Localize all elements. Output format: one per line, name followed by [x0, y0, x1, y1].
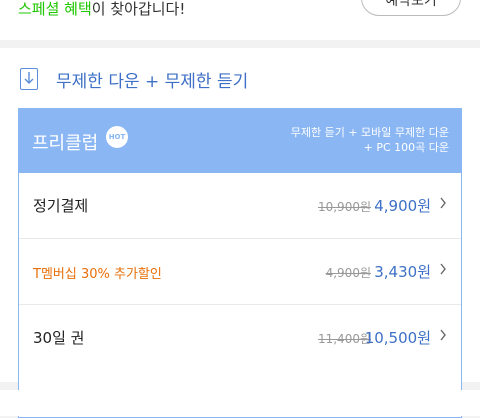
option-label: T멤버십 30% 추가할인	[33, 267, 162, 282]
chevron-right-icon	[440, 263, 446, 275]
plan-desc-line1: 무제한 듣기 + 모바일 무제한 다운	[290, 126, 449, 139]
plan-desc-line2: + PC 100곡 다운	[363, 141, 449, 154]
sale-price: 4,900원	[374, 197, 431, 215]
download-icon	[20, 68, 38, 90]
sale-price: 3,430원	[374, 263, 431, 281]
plan-name: 프리클럽	[32, 133, 99, 154]
section-title: 무제한 다운 + 무제한 듣기	[56, 71, 249, 92]
promo-highlight: 스페셜 혜택	[18, 0, 92, 18]
plan-header: 프리클럽 HOT 무제한 듣기 + 모바일 무제한 다운 + PC 100곡 다…	[19, 109, 461, 173]
original-price: 4,900원	[325, 266, 371, 280]
promo-message: 스페셜 혜택이 찾아갑니다!	[18, 0, 185, 18]
reserve-button[interactable]: 예약보기	[361, 0, 461, 16]
plan-option-30day[interactable]: 30일 권 11,400원 10,500원	[19, 305, 461, 370]
option-label: 정기결제	[33, 197, 89, 215]
next-section	[0, 390, 480, 416]
section-header: 무제한 다운 + 무제한 듣기	[20, 66, 248, 92]
chevron-right-icon	[440, 329, 446, 341]
hot-badge: HOT	[106, 126, 128, 148]
chevron-right-icon	[440, 197, 446, 209]
plan-option-tmembership[interactable]: T멤버십 30% 추가할인 4,900원 3,430원	[19, 239, 461, 305]
plan-description: 무제한 듣기 + 모바일 무제한 다운 + PC 100곡 다운	[291, 125, 449, 155]
top-promo-card: 스페셜 혜택이 찾아갑니다! 예약보기	[0, 0, 480, 40]
plan-option-subscription[interactable]: 정기결제 10,900원 4,900원	[19, 173, 461, 239]
sale-price: 10,500원	[364, 329, 431, 347]
option-label: 30일 권	[33, 329, 85, 347]
original-price: 11,400원	[317, 332, 371, 346]
promo-text: 이 찾아갑니다!	[91, 0, 186, 18]
original-price: 10,900원	[317, 200, 371, 214]
plan-section: 무제한 다운 + 무제한 듣기 프리클럽 HOT 무제한 듣기 + 모바일 무제…	[0, 48, 480, 418]
plan-box: 프리클럽 HOT 무제한 듣기 + 모바일 무제한 다운 + PC 100곡 다…	[18, 108, 462, 418]
